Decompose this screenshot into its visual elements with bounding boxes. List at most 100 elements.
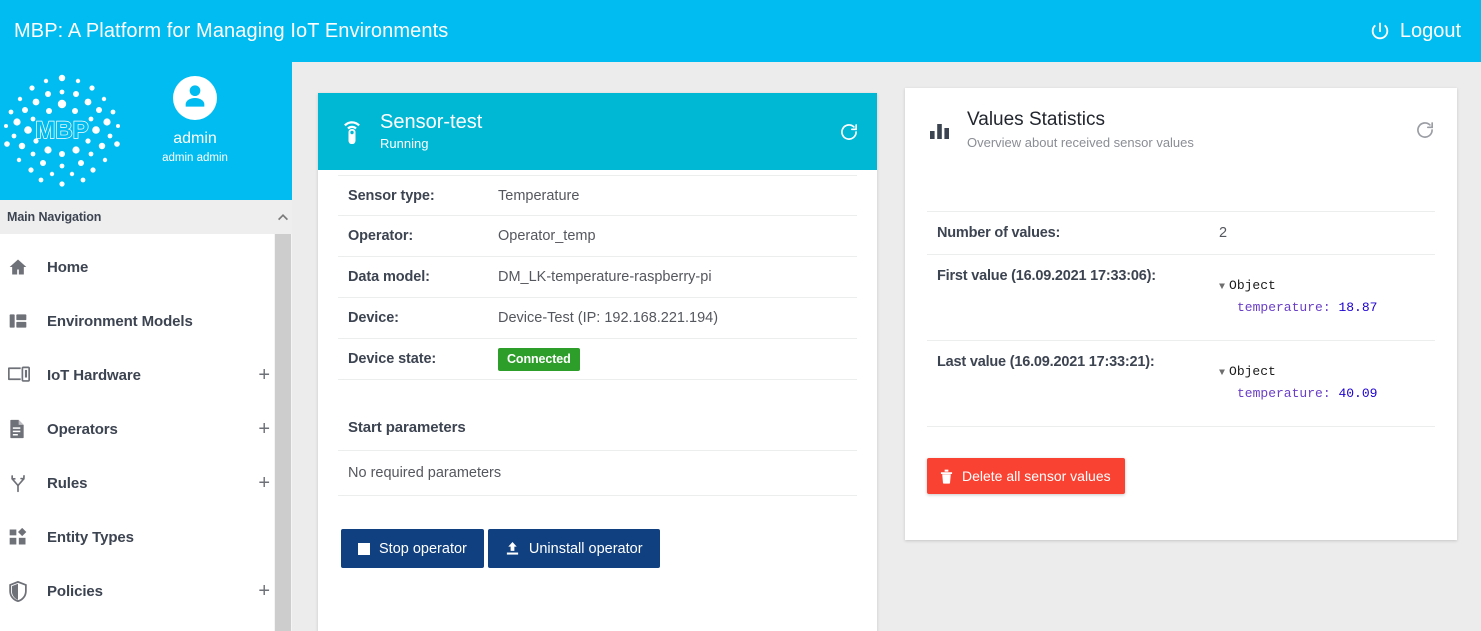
sidebar-item-rules[interactable]: Rules + bbox=[0, 456, 292, 510]
app-title: MBP: A Platform for Managing IoT Environ… bbox=[14, 19, 449, 42]
values-statistics-card: Values Statistics Overview about receive… bbox=[905, 88, 1457, 540]
sidebar-item-iot-hardware[interactable]: IoT Hardware + bbox=[0, 348, 292, 402]
sidebar-item-label: Entity Types bbox=[47, 528, 134, 546]
sidebar-item-environment-models[interactable]: Environment Models bbox=[0, 294, 292, 348]
avatar bbox=[173, 76, 217, 120]
object-tree-header[interactable]: ▼ Object bbox=[1219, 362, 1377, 384]
sidebar-item-label: IoT Hardware bbox=[47, 366, 141, 384]
sensor-card-title-block: Sensor-test Running bbox=[374, 110, 839, 153]
stats-card-header: Values Statistics Overview about receive… bbox=[905, 88, 1457, 172]
stats-card-body: Number of values: 2 First value (16.09.2… bbox=[905, 172, 1457, 427]
status-badge: Connected bbox=[498, 347, 580, 371]
sensor-status: Running bbox=[380, 136, 429, 151]
caret-down-icon: ▼ bbox=[1219, 282, 1226, 293]
object-key: temperature: bbox=[1237, 300, 1331, 315]
sidebar-item-operators[interactable]: Operators + bbox=[0, 402, 292, 456]
nav-list: Home Environment Models IoT Hardware + O… bbox=[0, 234, 292, 631]
sidebar-item-policies[interactable]: Policies + bbox=[0, 564, 292, 618]
stats-label: Last value (16.09.2021 17:33:21): bbox=[937, 354, 1155, 370]
stats-value: 2 bbox=[1219, 225, 1228, 241]
mbp-logo: MBP bbox=[0, 66, 125, 194]
dashboard-layout-icon bbox=[8, 311, 38, 331]
object-value: 18.87 bbox=[1338, 300, 1378, 315]
upload-icon bbox=[505, 541, 520, 556]
stats-refresh-button[interactable] bbox=[1415, 120, 1435, 140]
expand-plus[interactable]: + bbox=[258, 365, 270, 385]
sidebar-item-home[interactable]: Home bbox=[0, 240, 292, 294]
document-icon bbox=[8, 419, 38, 439]
mbp-logo-text: MBP bbox=[35, 117, 88, 144]
sidebar-item-label: Policies bbox=[47, 582, 103, 600]
devices-icon bbox=[8, 365, 38, 385]
detail-label: Sensor type: bbox=[348, 187, 435, 204]
sidebar-item-label: Operators bbox=[47, 420, 118, 438]
sensor-card-header: Sensor-test Running bbox=[318, 93, 877, 170]
object-key: temperature: bbox=[1237, 386, 1331, 401]
object-tree-header[interactable]: ▼ Object bbox=[1219, 276, 1377, 298]
scrollbar-thumb[interactable] bbox=[275, 234, 291, 631]
detail-value: DM_LK-temperature-raspberry-pi bbox=[498, 269, 712, 285]
refresh-icon bbox=[1415, 120, 1435, 140]
sidebar-item-label: Rules bbox=[47, 474, 88, 492]
sidebar-item-label: Home bbox=[47, 258, 89, 276]
detail-label: Device: bbox=[348, 310, 399, 326]
sidebar-scrollbar[interactable] bbox=[274, 200, 292, 631]
sensor-card-body: Sensor type: Temperature Operator: Opera… bbox=[318, 170, 877, 568]
stats-card-title-block: Values Statistics Overview about receive… bbox=[963, 108, 1415, 152]
stats-row-first-value: First value (16.09.2021 17:33:06): ▼ Obje… bbox=[927, 254, 1435, 340]
user-name: admin bbox=[173, 130, 217, 147]
chevron-up-icon bbox=[277, 213, 289, 221]
settings-icon bbox=[8, 618, 28, 631]
top-app-bar: MBP: A Platform for Managing IoT Environ… bbox=[0, 0, 1481, 62]
stats-row-last-value: Last value (16.09.2021 17:33:21): ▼ Objec… bbox=[927, 340, 1435, 426]
stop-operator-label: Stop operator bbox=[379, 540, 467, 557]
expand-plus[interactable]: + bbox=[258, 581, 270, 601]
expand-plus[interactable]: + bbox=[258, 473, 270, 493]
start-parameters-title: Start parameters bbox=[348, 419, 466, 436]
sensor-action-buttons: Stop operator Uninstall operator bbox=[338, 496, 857, 568]
start-parameters-text: No required parameters bbox=[338, 450, 857, 496]
detail-row-device-state: Device state: Connected bbox=[338, 339, 857, 380]
sensor-detail-card: Sensor-test Running Sensor type: Tempera… bbox=[318, 93, 877, 631]
sidebar: MBP admin admin admin Main Navigation Ho… bbox=[0, 62, 292, 631]
object-tree-entry: temperature: 18.87 bbox=[1219, 298, 1377, 318]
sidebar-item-label: Environment Models bbox=[47, 312, 193, 330]
delete-label: Delete all sensor values bbox=[962, 468, 1111, 484]
object-tree: ▼ Object temperature: 18.87 bbox=[1219, 268, 1377, 327]
shield-icon bbox=[8, 580, 38, 602]
nav-section-header: Main Navigation bbox=[0, 200, 292, 234]
refresh-icon bbox=[839, 122, 859, 142]
user-fullname: admin admin bbox=[162, 152, 228, 164]
uninstall-operator-label: Uninstall operator bbox=[528, 540, 643, 557]
home-icon bbox=[8, 257, 38, 277]
detail-label: Operator: bbox=[348, 228, 414, 244]
sensor-refresh-button[interactable] bbox=[839, 122, 859, 142]
scroll-up-button[interactable] bbox=[274, 200, 292, 234]
detail-row: Device: Device-Test (IP: 192.168.221.194… bbox=[338, 298, 857, 339]
detail-value: Temperature bbox=[498, 187, 580, 204]
caret-down-icon: ▼ bbox=[1219, 368, 1226, 379]
uninstall-operator-button[interactable]: Uninstall operator bbox=[487, 529, 660, 568]
detail-value: Operator_temp bbox=[498, 228, 596, 244]
detail-label: Data model: bbox=[348, 269, 430, 285]
sidebar-user-block[interactable]: admin admin admin bbox=[120, 76, 270, 166]
stop-square-icon bbox=[358, 542, 370, 555]
bar-chart-icon bbox=[929, 120, 963, 140]
stats-label: First value (16.09.2021 17:33:06): bbox=[937, 268, 1156, 284]
object-type-label: Object bbox=[1229, 364, 1276, 379]
logout-button[interactable]: Logout bbox=[1369, 20, 1481, 43]
stop-operator-button[interactable]: Stop operator bbox=[341, 529, 484, 568]
detail-label: Device state: bbox=[348, 351, 437, 367]
main-content: Sensor-test Running Sensor type: Tempera… bbox=[292, 62, 1481, 631]
expand-plus[interactable]: + bbox=[258, 419, 270, 439]
logout-label: Logout bbox=[1399, 19, 1461, 42]
stats-row-number-of-values: Number of values: 2 bbox=[927, 211, 1435, 254]
stats-spacer-row bbox=[927, 172, 1435, 211]
detail-row: Data model: DM_LK-temperature-raspberry-… bbox=[338, 257, 857, 298]
sidebar-item-partial[interactable] bbox=[0, 618, 292, 631]
stats-subtitle: Overview about received sensor values bbox=[967, 135, 1194, 150]
detail-value: Device-Test (IP: 192.168.221.194) bbox=[498, 310, 719, 326]
delete-all-sensor-values-button[interactable]: Delete all sensor values bbox=[927, 458, 1125, 494]
sidebar-item-entity-types[interactable]: Entity Types bbox=[0, 510, 292, 564]
object-tree: ▼ Object temperature: 40.09 bbox=[1219, 354, 1377, 413]
